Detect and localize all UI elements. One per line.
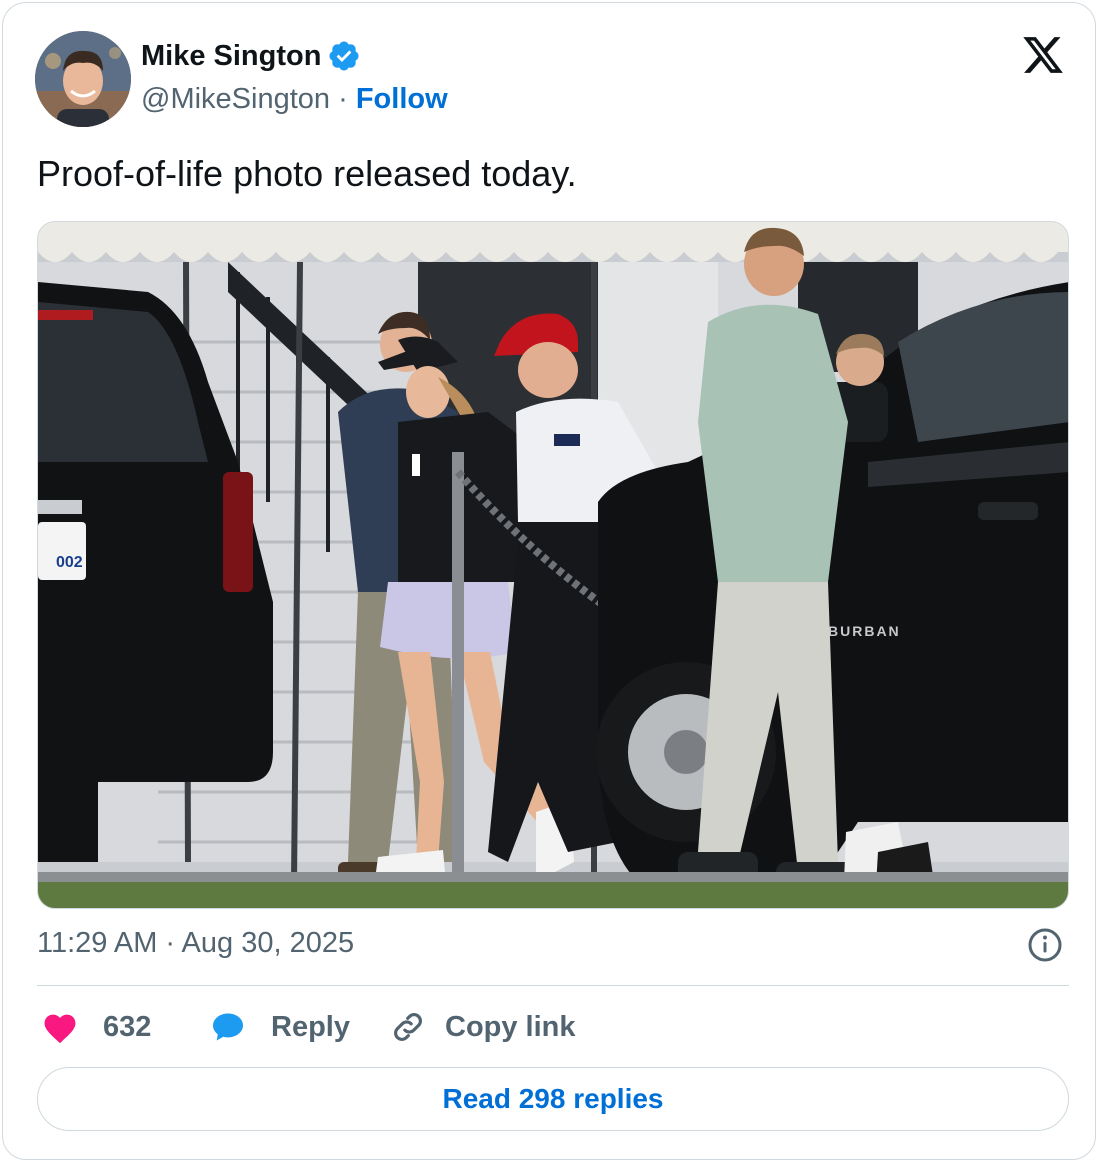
reply-button[interactable]: Reply — [209, 1003, 350, 1051]
author-handle[interactable]: @MikeSington — [141, 83, 330, 115]
info-icon[interactable] — [1027, 927, 1063, 963]
tweet-photo[interactable]: BURBAN 002 — [37, 221, 1069, 909]
reply-label: Reply — [271, 1010, 350, 1043]
like-count: 632 — [103, 1010, 152, 1043]
divider — [37, 985, 1069, 986]
plate-number: 002 — [56, 554, 83, 571]
like-button[interactable]: 632 — [41, 1003, 151, 1051]
tweet-timestamp[interactable]: 11:29 AM · Aug 30, 2025 — [37, 927, 354, 960]
link-icon — [394, 1013, 422, 1041]
handle-row: @MikeSington · Follow — [141, 83, 448, 116]
heart-icon — [44, 1014, 76, 1044]
photo-image: BURBAN 002 — [38, 222, 1068, 908]
read-replies-label: Read 298 replies — [442, 1083, 664, 1114]
svg-text:BURBAN: BURBAN — [828, 623, 901, 639]
x-logo-icon[interactable] — [1019, 33, 1067, 77]
follow-link[interactable]: Follow — [356, 83, 448, 115]
verified-badge-icon — [329, 41, 359, 71]
author-name[interactable]: Mike Sington — [141, 39, 361, 73]
avatar-image — [35, 31, 131, 127]
author-name-text: Mike Sington — [141, 39, 322, 72]
avatar[interactable] — [35, 31, 131, 127]
tweet-card: Mike Sington @MikeSington · Follow Proof… — [2, 2, 1096, 1160]
speech-bubble-icon — [213, 1013, 243, 1041]
read-replies-button[interactable]: Read 298 replies — [37, 1067, 1069, 1131]
copy-link-button[interactable]: Copy link — [389, 1003, 576, 1051]
handle-separator: · — [338, 83, 348, 115]
tweet-text: Proof-of-life photo released today. — [37, 153, 577, 194]
copy-link-label: Copy link — [445, 1010, 576, 1043]
